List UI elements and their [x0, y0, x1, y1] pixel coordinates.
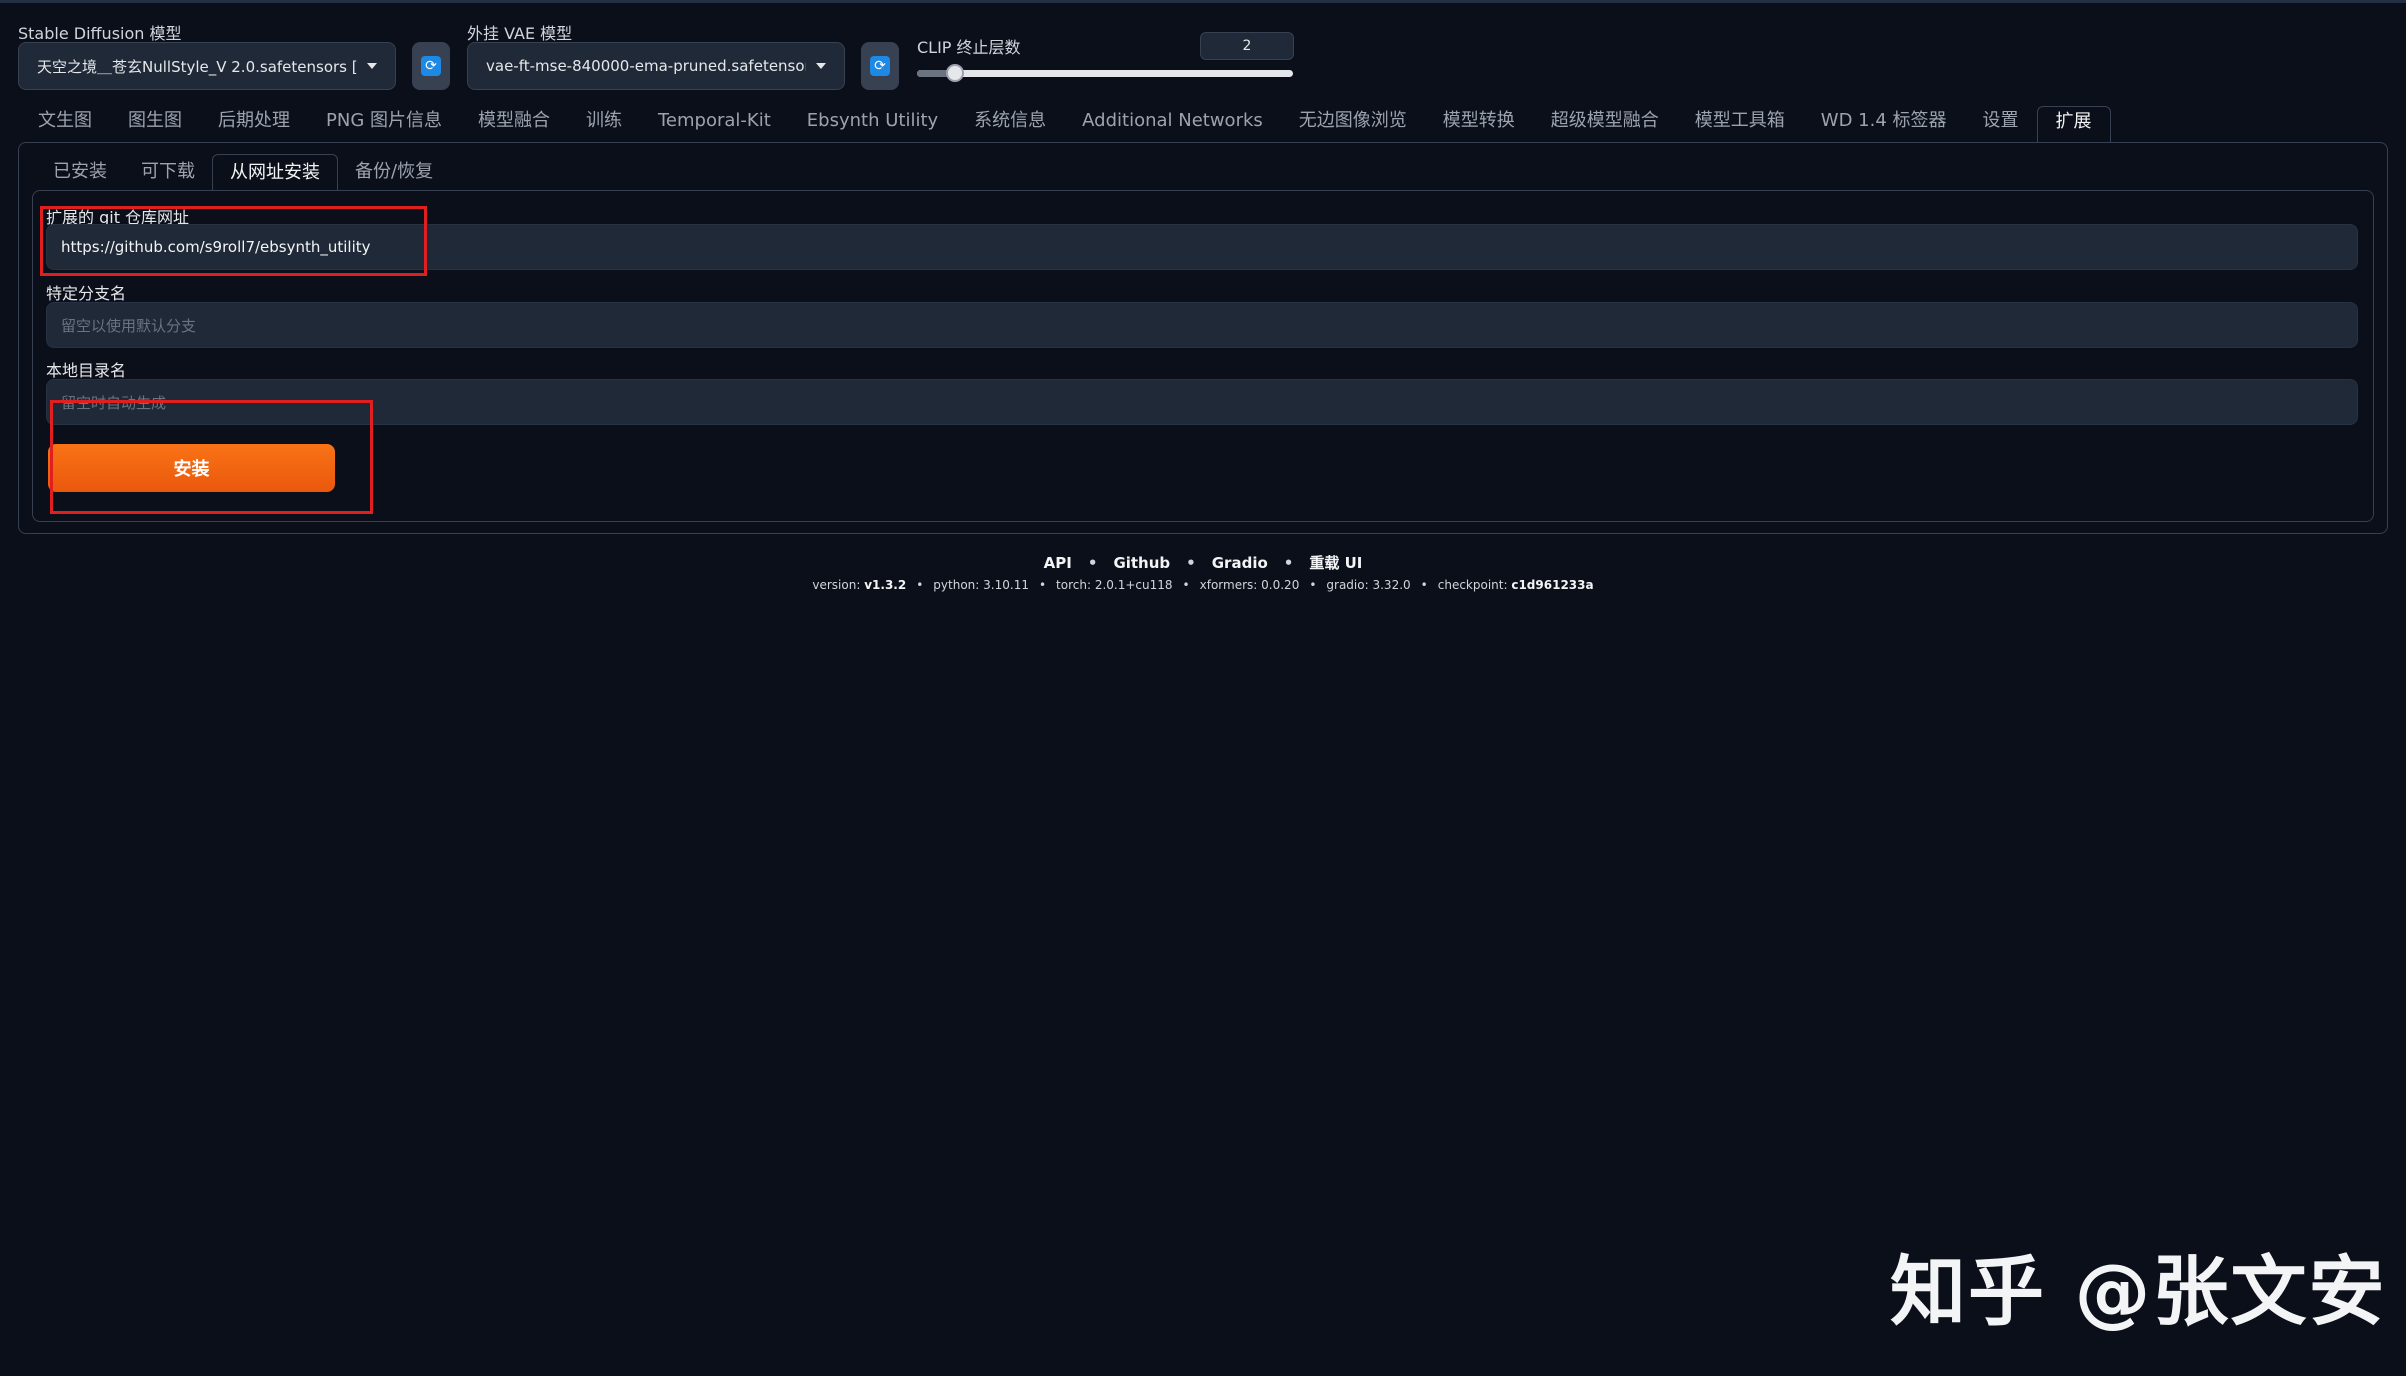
tab-system-info[interactable]: 系统信息 [956, 106, 1064, 142]
watermark: 知乎 @张文安 [1890, 1247, 2387, 1336]
footer-separator: • [916, 578, 924, 592]
sd-model-refresh-button[interactable]: ⟳ [412, 42, 450, 90]
checkpoint-key: checkpoint: [1437, 578, 1508, 592]
gradio-key: gradio: [1326, 578, 1369, 592]
footer-separator: • [1420, 578, 1428, 592]
subtab-backup-restore[interactable]: 备份/恢复 [338, 154, 450, 190]
branch-input[interactable]: 留空以使用默认分支 [46, 302, 2358, 348]
checkpoint-value: c1d961233a [1511, 578, 1594, 592]
footer-reload-ui-link[interactable]: 重载 UI [1309, 554, 1362, 572]
clip-slider[interactable] [917, 64, 1293, 82]
refresh-icon: ⟳ [421, 56, 441, 76]
chevron-down-icon [367, 63, 377, 69]
footer-separator: • [1038, 578, 1047, 592]
sd-model-value: 天空之境＿苍玄NullStyle_V 2.0.safetensors [c1d [37, 57, 357, 76]
footer-github-link[interactable]: Github [1113, 554, 1170, 572]
gradio-value: 3.32.0 [1372, 578, 1411, 592]
footer-gradio-link[interactable]: Gradio [1212, 554, 1268, 572]
chevron-down-icon [816, 63, 826, 69]
python-key: python: [933, 578, 980, 592]
python-value: 3.10.11 [983, 578, 1029, 592]
vae-label: 外挂 VAE 模型 [467, 24, 573, 43]
local-dir-input[interactable]: 留空时自动生成 [46, 379, 2358, 425]
extensions-subtabs: 已安装 可下载 从网址安装 备份/恢复 [36, 154, 450, 190]
tab-model-toolkit[interactable]: 模型工具箱 [1677, 106, 1803, 142]
tab-extras[interactable]: 后期处理 [200, 106, 308, 142]
main-tabs: 文生图 图生图 后期处理 PNG 图片信息 模型融合 训练 Temporal-K… [20, 106, 2111, 142]
tab-checkpoint-merger[interactable]: 模型融合 [460, 106, 568, 142]
footer-versions: version: v1.3.2 • python: 3.10.11 • torch: 2… [0, 578, 2406, 592]
tab-png-info[interactable]: PNG 图片信息 [308, 106, 460, 142]
tab-train[interactable]: 训练 [568, 106, 640, 142]
refresh-icon: ⟳ [870, 56, 890, 76]
torch-key: torch: [1056, 578, 1092, 592]
version-value: v1.3.2 [864, 578, 907, 592]
xformers-value: 0.0.20 [1261, 578, 1300, 592]
highlight-box-install [50, 400, 373, 514]
subtab-install-from-url[interactable]: 从网址安装 [212, 154, 338, 190]
footer-links: API • Github • Gradio • 重载 UI [0, 552, 2406, 573]
top-border [0, 0, 2406, 3]
vae-value: vae-ft-mse-840000-ema-pruned.safetensors [486, 57, 806, 75]
tab-settings[interactable]: 设置 [1965, 106, 2037, 142]
sd-model-dropdown[interactable]: 天空之境＿苍玄NullStyle_V 2.0.safetensors [c1d [18, 42, 396, 90]
tab-infinite-image-browsing[interactable]: 无边图像浏览 [1281, 106, 1425, 142]
tab-txt2img[interactable]: 文生图 [20, 106, 110, 142]
highlight-box-url [40, 206, 427, 276]
branch-label: 特定分支名 [46, 284, 127, 303]
tab-ebsynth-utility[interactable]: Ebsynth Utility [789, 106, 956, 142]
footer-separator: • [1309, 578, 1317, 592]
subtab-installed[interactable]: 已安装 [36, 154, 124, 190]
vae-dropdown[interactable]: vae-ft-mse-840000-ema-pruned.safetensors [467, 42, 845, 90]
clip-number-input[interactable]: 2 [1200, 32, 1294, 60]
footer-separator: • [1283, 554, 1294, 572]
tab-temporal-kit[interactable]: Temporal-Kit [640, 106, 789, 142]
sd-model-label: Stable Diffusion 模型 [18, 24, 182, 43]
tab-model-converter[interactable]: 模型转换 [1425, 106, 1533, 142]
footer-api-link[interactable]: API [1044, 554, 1072, 572]
footer-separator: • [1182, 578, 1190, 592]
tab-img2img[interactable]: 图生图 [110, 106, 200, 142]
tab-extensions[interactable]: 扩展 [2036, 106, 2111, 142]
subtab-available[interactable]: 可下载 [124, 154, 212, 190]
xformers-key: xformers: [1199, 578, 1258, 592]
tab-wd14-tagger[interactable]: WD 1.4 标签器 [1803, 106, 1965, 142]
version-key: version: [812, 578, 861, 592]
torch-value: 2.0.1+cu118 [1094, 578, 1173, 592]
clip-slider-thumb[interactable] [945, 64, 964, 82]
footer-separator: • [1087, 554, 1098, 572]
vae-refresh-button[interactable]: ⟳ [861, 42, 899, 90]
tab-additional-networks[interactable]: Additional Networks [1064, 106, 1281, 142]
tab-super-merger[interactable]: 超级模型融合 [1533, 106, 1677, 142]
footer-separator: • [1186, 554, 1196, 572]
local-dir-label: 本地目录名 [46, 361, 127, 380]
clip-label: CLIP 终止层数 [917, 38, 1021, 57]
